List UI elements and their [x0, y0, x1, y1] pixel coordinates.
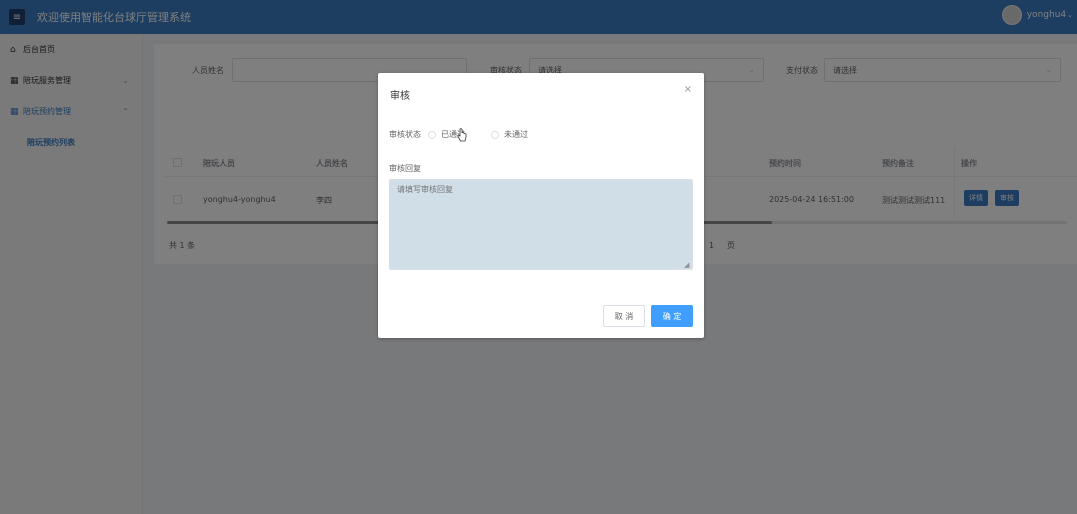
- audit-status-label: 审核状态: [389, 130, 421, 139]
- radio-rejected[interactable]: 未通过: [491, 129, 528, 140]
- confirm-button[interactable]: 确 定: [651, 305, 693, 327]
- radio-circle[interactable]: [428, 130, 436, 139]
- audit-reply-label: 审核回复: [389, 164, 421, 173]
- audit-dialog: 审核 × 审核状态 已通过 未通过 审核回复 ◢ 取 消 确 定: [378, 73, 704, 338]
- dialog-title: 审核: [390, 91, 410, 102]
- close-icon[interactable]: ×: [684, 84, 692, 95]
- hand-cursor-icon: [457, 128, 467, 142]
- audit-reply-textarea[interactable]: [389, 179, 693, 270]
- cancel-button[interactable]: 取 消: [603, 305, 645, 327]
- radio-label[interactable]: 未通过: [504, 129, 528, 140]
- radio-circle[interactable]: [491, 130, 499, 139]
- resize-handle-icon[interactable]: ◢: [684, 261, 689, 269]
